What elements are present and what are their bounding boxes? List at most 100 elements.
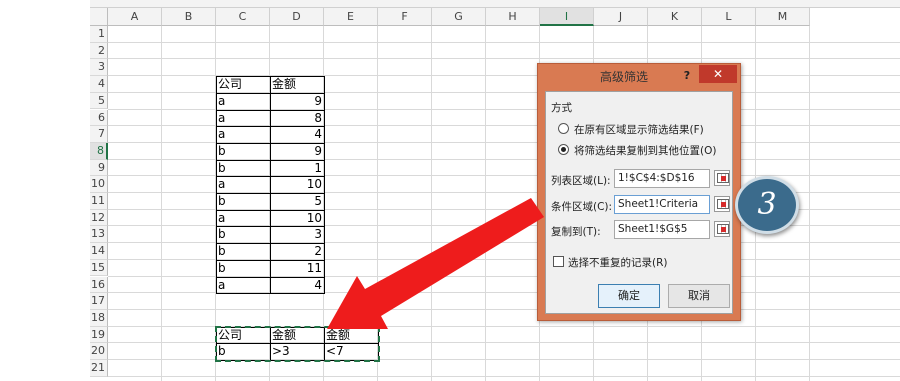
column-header-c[interactable]: C [216, 8, 270, 26]
table-cell-company[interactable]: b [216, 226, 270, 243]
table-cell-amount[interactable]: 9 [270, 93, 324, 110]
mode-group-label: 方式 [551, 102, 572, 114]
row-header-15[interactable]: 15 [90, 259, 108, 277]
row-header-13[interactable]: 13 [90, 226, 108, 244]
table-cell-company[interactable]: a [216, 110, 270, 127]
row-header-11[interactable]: 11 [90, 193, 108, 210]
row-header-9[interactable]: 9 [90, 159, 108, 177]
row-header-5[interactable]: 5 [90, 92, 108, 110]
toolbar-strip [90, 0, 900, 8]
table-cell-amount[interactable]: 2 [270, 243, 324, 260]
row-header-17[interactable]: 17 [90, 293, 108, 310]
criteria-range-input[interactable]: Sheet1!Criteria [614, 195, 710, 214]
cancel-button[interactable]: 取消 [668, 284, 730, 308]
row-header-12[interactable]: 12 [90, 209, 108, 227]
gridline-vertical [431, 26, 432, 381]
column-header-m[interactable]: M [756, 8, 810, 26]
gridline-horizontal [108, 375, 900, 377]
select-all-corner[interactable] [90, 8, 108, 26]
table-cell-amount[interactable]: 4 [270, 126, 324, 143]
table-cell-company[interactable]: b [216, 160, 270, 177]
table-cell-amount[interactable]: 9 [270, 143, 324, 160]
table-cell-amount[interactable]: 3 [270, 226, 324, 243]
row-header-18[interactable]: 18 [90, 309, 108, 327]
column-header-l[interactable]: L [702, 8, 756, 26]
gridline-horizontal [108, 58, 900, 60]
row-header-6[interactable]: 6 [90, 109, 108, 127]
dialog-body: 方式 在原有区域显示筛选结果(F) 将筛选结果复制到其他位置(O) 列表区域(L… [545, 91, 733, 314]
table-cell-company[interactable]: a [216, 93, 270, 110]
criteria-header-cell[interactable]: 金额 [270, 327, 324, 344]
row-header-3[interactable]: 3 [90, 59, 108, 77]
row-header-2[interactable]: 2 [90, 42, 108, 60]
gridline-vertical [809, 26, 810, 381]
column-header-j[interactable]: J [594, 8, 648, 26]
table-header-cell[interactable]: 金额 [270, 76, 324, 93]
criteria-range-collapse-icon[interactable] [714, 196, 730, 212]
radio-filter-in-place-label[interactable]: 在原有区域显示筛选结果(F) [574, 122, 704, 137]
unique-records-label[interactable]: 选择不重复的记录(R) [568, 255, 668, 270]
table-cell-company[interactable]: a [216, 210, 270, 227]
row-header-20[interactable]: 20 [90, 343, 108, 360]
table-cell-company[interactable]: a [216, 126, 270, 143]
step-number-badge: 3 [735, 176, 799, 234]
row-header-1[interactable]: 1 [90, 26, 108, 43]
table-cell-amount[interactable]: 11 [270, 260, 324, 277]
table-cell-company[interactable]: b [216, 193, 270, 210]
column-header-i[interactable]: I [540, 8, 594, 26]
table-cell-company[interactable]: b [216, 243, 270, 260]
criteria-header-cell[interactable]: 金额 [324, 327, 378, 344]
column-header-d[interactable]: D [270, 8, 324, 26]
criteria-value-cell[interactable]: <7 [324, 343, 378, 360]
table-cell-company[interactable]: b [216, 143, 270, 160]
gridline-vertical [485, 26, 486, 381]
criteria-range-label: 条件区域(C): [551, 201, 613, 213]
row-header-4[interactable]: 4 [90, 76, 108, 93]
criteria-value-cell[interactable]: >3 [270, 343, 324, 360]
advanced-filter-dialog: 高级筛选 ? ✕ 方式 在原有区域显示筛选结果(F) 将筛选结果复制到其他位置(… [537, 63, 741, 321]
copy-to-collapse-icon[interactable] [714, 221, 730, 237]
row-header-19[interactable]: 19 [90, 326, 108, 344]
table-cell-amount[interactable]: 5 [270, 193, 324, 210]
radio-copy-to-location[interactable] [558, 144, 569, 155]
unique-records-checkbox[interactable] [553, 256, 564, 267]
row-header-8[interactable]: 8 [90, 142, 108, 160]
table-cell-amount[interactable]: 4 [270, 277, 324, 294]
column-header-h[interactable]: H [486, 8, 540, 26]
table-cell-company[interactable]: a [216, 277, 270, 294]
row-header-10[interactable]: 10 [90, 176, 108, 193]
row-header-16[interactable]: 16 [90, 276, 108, 294]
radio-copy-to-location-label[interactable]: 将筛选结果复制到其他位置(O) [574, 143, 716, 158]
copy-to-input[interactable]: Sheet1!$G$5 [614, 220, 710, 239]
row-header-21[interactable]: 21 [90, 360, 108, 377]
table-cell-company[interactable]: b [216, 260, 270, 277]
criteria-value-cell[interactable]: b [216, 343, 270, 360]
table-cell-company[interactable]: a [216, 176, 270, 193]
copy-to-label: 复制到(T): [551, 226, 601, 238]
table-cell-amount[interactable]: 10 [270, 176, 324, 193]
column-header-g[interactable]: G [432, 8, 486, 26]
list-range-input[interactable]: 1!$C$4:$D$16 [614, 169, 710, 188]
radio-filter-in-place[interactable] [558, 123, 569, 134]
column-header-e[interactable]: E [324, 8, 378, 26]
help-button[interactable]: ? [680, 69, 694, 83]
row-header-7[interactable]: 7 [90, 126, 108, 143]
column-header-k[interactable]: K [648, 8, 702, 26]
table-header-cell[interactable]: 公司 [216, 76, 270, 93]
table-column-line [270, 76, 271, 294]
column-header-a[interactable]: A [108, 8, 162, 26]
ok-button[interactable]: 确定 [598, 284, 660, 308]
table-cell-amount[interactable]: 1 [270, 160, 324, 177]
gridline-horizontal [108, 41, 900, 43]
table-cell-amount[interactable]: 10 [270, 210, 324, 227]
close-button[interactable]: ✕ [699, 65, 737, 83]
column-header-b[interactable]: B [162, 8, 216, 26]
criteria-header-cell[interactable]: 公司 [216, 327, 270, 344]
list-range-label: 列表区域(L): [551, 175, 611, 187]
list-range-collapse-icon[interactable] [714, 170, 730, 186]
gridline-horizontal [108, 308, 900, 310]
row-header-14[interactable]: 14 [90, 243, 108, 260]
table-cell-amount[interactable]: 8 [270, 110, 324, 127]
column-header-f[interactable]: F [378, 8, 432, 26]
gridline-vertical [161, 26, 162, 381]
